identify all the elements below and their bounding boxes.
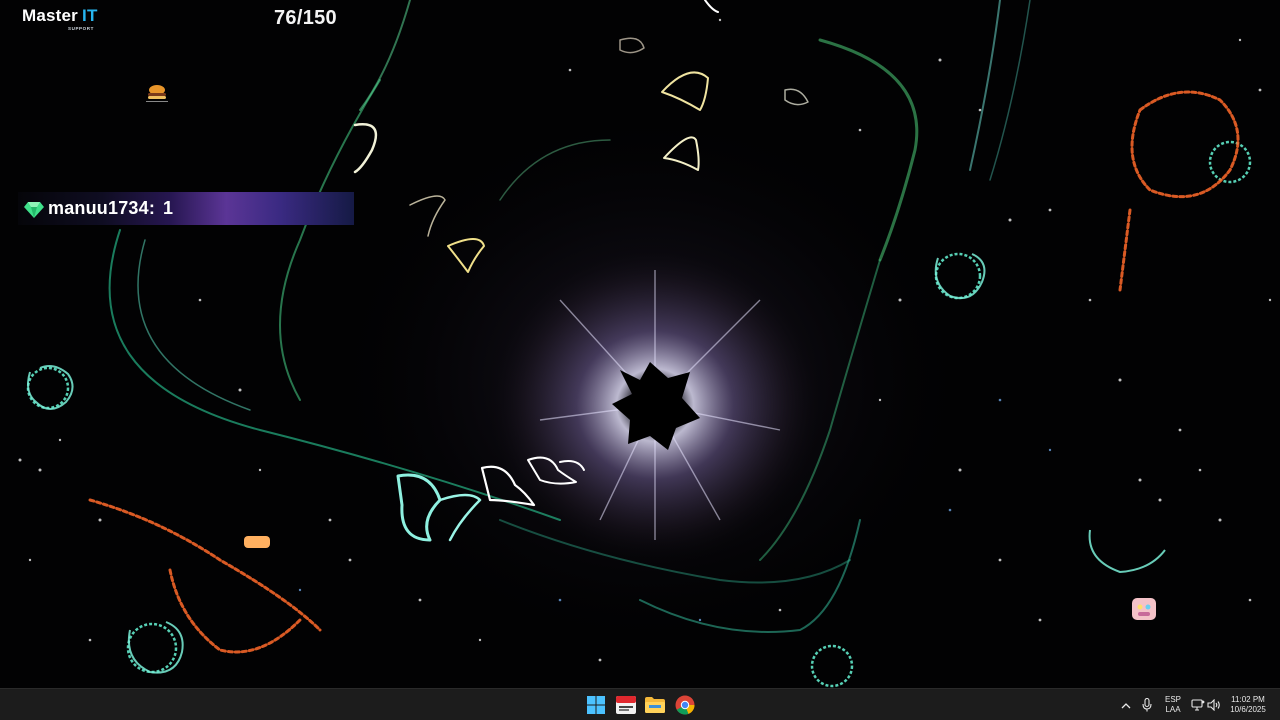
speaker-icon[interactable] [1206,689,1222,720]
tiktok-live-studio-icon[interactable] [615,694,637,716]
burger-sticker-icon [144,82,170,104]
keyboard-layout: LAA [1165,705,1181,714]
network-icon[interactable] [1190,689,1206,720]
logo-main-text: Master [22,6,79,25]
clock-date: 10/6/2025 [1230,705,1266,714]
windows-start-icon[interactable] [585,694,607,716]
leaderboard-username: manuu1734: [48,198,156,218]
chevron-up-icon[interactable] [1118,689,1134,720]
microphone-icon[interactable] [1139,689,1155,720]
diamond-icon [24,199,44,219]
leaderboard-entry: manuu1734: 1 [48,198,173,219]
file-explorer-icon[interactable] [644,694,666,716]
language-code: ESP [1164,695,1181,704]
logo-wordmark: Master IT [22,6,98,26]
logo-subtitle: SUPPORT [68,26,94,31]
leaderboard-banner: manuu1734: 1 [18,192,354,225]
goal-counter: 76/150 [274,7,337,29]
leaderboard-score: 1 [163,198,174,218]
logo-accent-text: IT [82,6,98,25]
visualizer-graphics [18,0,1272,688]
clock-time: 11:02 PM [1231,695,1265,704]
system-clock[interactable]: 11:02 PM 10/6/2025 [1222,695,1274,715]
windows-taskbar: ESP LAA 11:02 PM 10/6/2025 [0,688,1280,720]
chrome-icon[interactable] [674,694,696,716]
input-language-indicator[interactable]: ESP LAA [1160,695,1186,715]
master-it-logo: Master IT SUPPORT [22,6,102,34]
particle-visualizer-scene [0,0,1280,688]
